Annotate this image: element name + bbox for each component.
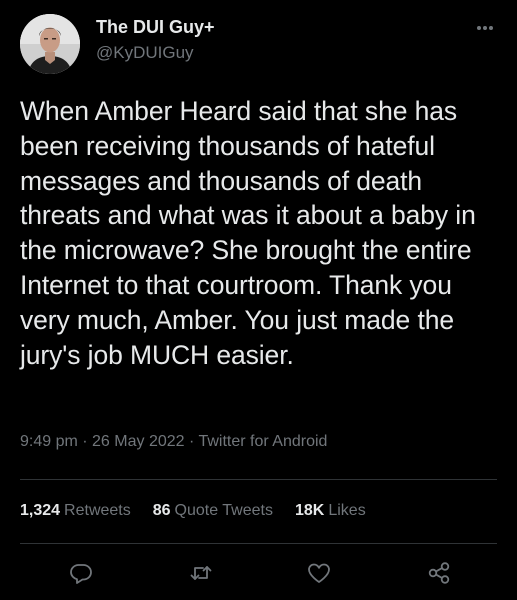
quote-tweets-label: Quote Tweets	[174, 502, 273, 519]
share-icon[interactable]	[424, 558, 454, 588]
engagement-stats: 1,324 Retweets 86 Quote Tweets 18K Likes	[20, 502, 388, 520]
tweet-text: When Amber Heard said that she has been …	[20, 96, 476, 370]
meta-separator: ·	[184, 433, 199, 450]
likes-count: 18K	[294, 502, 325, 519]
retweet-icon[interactable]	[186, 558, 216, 588]
reply-icon[interactable]	[66, 558, 96, 588]
retweets-label: Retweets	[64, 502, 131, 519]
author-handle[interactable]: @KyDUIGuy	[96, 43, 194, 63]
quote-tweets-count: 86	[152, 502, 171, 519]
tweet-card: The DUI Guy+ @KyDUIGuy When Amber Heard …	[0, 0, 517, 600]
likes-label: Likes	[328, 502, 366, 519]
like-icon[interactable]	[304, 558, 334, 588]
more-options-icon[interactable]	[470, 18, 500, 38]
divider	[20, 479, 497, 480]
author-avatar[interactable]	[20, 14, 80, 74]
profile-photo-icon	[20, 14, 80, 74]
author-display-name[interactable]: The DUI Guy+	[96, 17, 215, 38]
meta-separator: ·	[77, 433, 93, 450]
retweets-stat[interactable]: 1,324 Retweets	[20, 502, 131, 520]
tweet-meta: 9:49 pm · 26 May 2022 · Twitter for Andr…	[20, 433, 327, 451]
quote-tweets-stat[interactable]: 86 Quote Tweets	[153, 502, 273, 520]
tweet-date[interactable]: 26 May 2022	[92, 433, 185, 450]
tweet-source-link[interactable]: Twitter for Android	[198, 433, 327, 450]
retweets-count: 1,324	[20, 502, 61, 519]
likes-stat[interactable]: 18K Likes	[295, 502, 366, 520]
tweet-time[interactable]: 9:49 pm	[20, 433, 78, 450]
divider	[20, 543, 497, 544]
